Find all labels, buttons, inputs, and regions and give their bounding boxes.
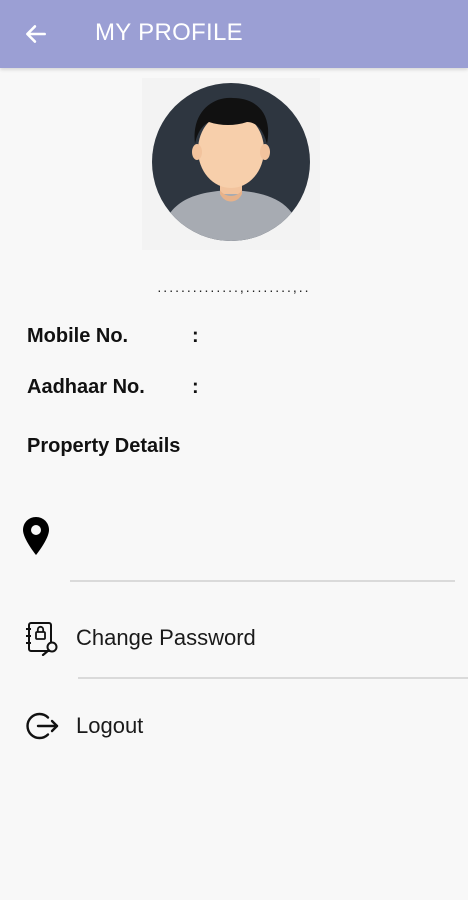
property-details-title: Property Details (27, 435, 181, 457)
divider (70, 580, 455, 582)
back-button[interactable] (18, 16, 54, 52)
mobile-label: Mobile No. (27, 325, 129, 347)
logout-icon (26, 712, 59, 740)
logout-button[interactable]: Logout (0, 700, 468, 750)
user-avatar-icon (152, 83, 310, 241)
property-location[interactable] (0, 508, 468, 568)
divider (78, 677, 468, 679)
page-title: MY PROFILE (95, 19, 243, 46)
user-name: ..............,........,.. (157, 279, 311, 295)
change-password-button[interactable]: Change Password (0, 612, 468, 662)
aadhaar-label: Aadhaar No. (27, 376, 145, 398)
password-book-icon (26, 622, 58, 656)
arrow-left-icon (26, 25, 46, 43)
map-pin-icon (23, 517, 49, 555)
mobile-colon: : (192, 325, 199, 347)
avatar[interactable] (142, 78, 320, 250)
logout-label: Logout (76, 713, 144, 738)
aadhaar-colon: : (192, 376, 199, 398)
app-bar: MY PROFILE (0, 0, 468, 68)
change-password-label: Change Password (76, 625, 256, 650)
